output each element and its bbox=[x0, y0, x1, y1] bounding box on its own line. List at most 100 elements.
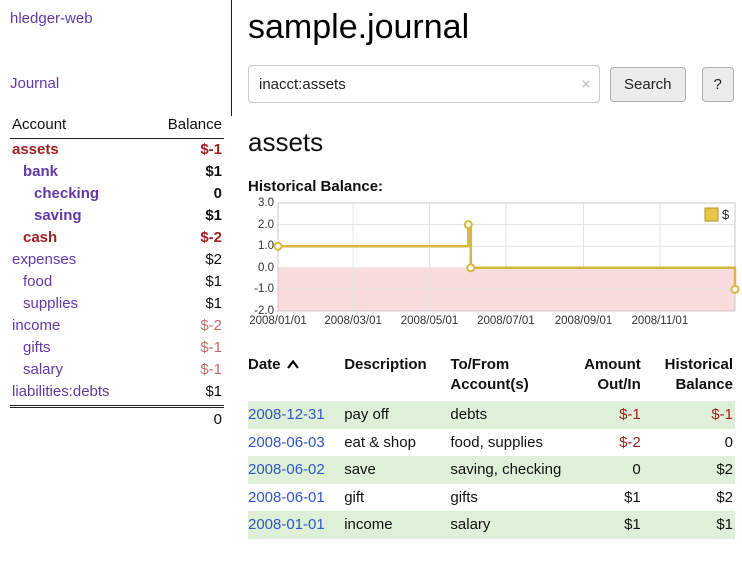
page: hledger-web Journal Account Balance asse… bbox=[0, 0, 742, 582]
account-balance: $1 bbox=[205, 273, 222, 290]
account-balance: $-2 bbox=[200, 229, 222, 246]
account-link[interactable]: cash bbox=[10, 229, 57, 246]
txn-date-cell: 2008-06-03 bbox=[248, 429, 344, 457]
txn-accounts: food, supplies bbox=[450, 429, 570, 457]
txn-date-cell: 2008-01-01 bbox=[248, 511, 344, 539]
data-point-marker bbox=[465, 221, 472, 228]
col-balance: Historical Balance bbox=[643, 355, 735, 401]
txn-accounts: saving, checking bbox=[450, 456, 570, 484]
account-balance: $1 bbox=[205, 163, 222, 180]
txn-date-link[interactable]: 2008-06-02 bbox=[248, 461, 325, 478]
search-button[interactable]: Search bbox=[610, 67, 686, 102]
txn-date-cell: 2008-12-31 bbox=[248, 401, 344, 429]
account-link[interactable]: supplies bbox=[10, 295, 78, 312]
x-axis-tick: 2008/05/01 bbox=[401, 315, 459, 327]
accounts-total: 0 bbox=[10, 405, 224, 428]
col-description-label: Description bbox=[344, 356, 427, 373]
search-input[interactable] bbox=[248, 65, 600, 103]
transaction-row: 2008-12-31pay offdebts$-1$-1 bbox=[248, 401, 735, 429]
account-row: food $1 bbox=[10, 271, 224, 293]
account-link[interactable]: liabilities:debts bbox=[10, 383, 110, 400]
account-row: income $-2 bbox=[10, 315, 224, 337]
clear-search-icon[interactable]: × bbox=[581, 76, 591, 93]
txn-description: pay off bbox=[344, 401, 450, 429]
sidebar-divider-line bbox=[231, 0, 232, 116]
txn-accounts: gifts bbox=[450, 484, 570, 512]
col-balance-line2: Balance bbox=[675, 376, 733, 393]
account-balance: $-1 bbox=[200, 141, 222, 158]
account-link[interactable]: salary bbox=[10, 361, 63, 378]
txn-date-link[interactable]: 2008-12-31 bbox=[248, 406, 325, 423]
account-balance: $-1 bbox=[200, 361, 222, 378]
register-header-row: Date Description To/From Account(s) Amou… bbox=[248, 355, 735, 401]
legend-swatch bbox=[705, 208, 718, 221]
txn-balance: 0 bbox=[643, 429, 735, 457]
account-link[interactable]: assets bbox=[10, 141, 59, 158]
txn-amount: $1 bbox=[571, 484, 643, 512]
col-description: Description bbox=[344, 355, 450, 401]
col-balance-line1: Historical bbox=[665, 356, 733, 373]
txn-accounts: salary bbox=[450, 511, 570, 539]
x-axis-tick: 2008/07/01 bbox=[477, 315, 535, 327]
sidebar: hledger-web Journal Account Balance asse… bbox=[0, 0, 232, 582]
txn-description: save bbox=[344, 456, 450, 484]
help-button[interactable]: ? bbox=[702, 67, 734, 102]
register-body: 2008-12-31pay offdebts$-1$-12008-06-03ea… bbox=[248, 401, 735, 539]
page-title: sample.journal bbox=[248, 8, 735, 47]
account-link[interactable]: income bbox=[10, 317, 60, 334]
txn-date-link[interactable]: 2008-01-01 bbox=[248, 516, 325, 533]
transaction-row: 2008-06-01 giftgifts$1$2 bbox=[248, 484, 735, 512]
txn-amount: $1 bbox=[571, 511, 643, 539]
search-form: × Search ? bbox=[248, 65, 735, 103]
txn-date-link[interactable]: 2008-06-03 bbox=[248, 434, 325, 451]
accounts-table-header: Account Balance bbox=[10, 114, 224, 139]
col-date[interactable]: Date bbox=[248, 355, 344, 401]
chart-title: Historical Balance: bbox=[248, 178, 735, 195]
accounts-table: Account Balance assets $-1 bank $1 checking 0… bbox=[10, 114, 224, 428]
account-balance: $-1 bbox=[200, 339, 222, 356]
transaction-row: 2008-01-01incomesalary$1$1 bbox=[248, 511, 735, 539]
chart-legend-label: $ bbox=[722, 207, 730, 222]
transaction-row: 2008-06-03eat & shopfood, supplies$-20 bbox=[248, 429, 735, 457]
txn-balance: $1 bbox=[643, 511, 735, 539]
account-balance: $1 bbox=[205, 207, 222, 224]
account-link[interactable]: food bbox=[10, 273, 52, 290]
account-rows: assets $-1 bank $1 checking 0 saving $1 cash $-2 e… bbox=[10, 139, 224, 403]
account-link[interactable]: checking bbox=[10, 185, 99, 202]
col-date-label: Date bbox=[248, 356, 281, 373]
account-row: saving $1 bbox=[10, 205, 224, 227]
account-row: salary $-1 bbox=[10, 359, 224, 381]
txn-accounts: debts bbox=[450, 401, 570, 429]
app-title-link[interactable]: hledger-web bbox=[10, 10, 224, 27]
txn-description: income bbox=[344, 511, 450, 539]
account-link[interactable]: gifts bbox=[10, 339, 51, 356]
data-point-marker bbox=[467, 264, 474, 271]
col-tofrom-line1: To/From bbox=[450, 356, 509, 373]
chart-plot: $ bbox=[278, 203, 735, 311]
accounts-col-balance: Balance bbox=[168, 116, 222, 133]
account-row: gifts $-1 bbox=[10, 337, 224, 359]
sort-ascending-icon[interactable] bbox=[286, 359, 300, 370]
main-content: sample.journal × Search ? assets Histori… bbox=[232, 0, 742, 582]
account-row: cash $-2 bbox=[10, 227, 224, 249]
y-axis-tick: 0.0 bbox=[248, 262, 274, 274]
x-axis-tick: 2008/01/01 bbox=[249, 315, 307, 327]
account-balance: $-2 bbox=[200, 317, 222, 334]
txn-description: gift bbox=[344, 484, 450, 512]
data-point-marker bbox=[275, 243, 282, 250]
account-balance: $2 bbox=[205, 251, 222, 268]
account-link[interactable]: expenses bbox=[10, 251, 76, 268]
col-tofrom: To/From Account(s) bbox=[450, 355, 570, 401]
account-row: checking 0 bbox=[10, 183, 224, 205]
account-link[interactable]: bank bbox=[10, 163, 58, 180]
txn-balance: $2 bbox=[643, 484, 735, 512]
col-amount: Amount Out/In bbox=[571, 355, 643, 401]
txn-date-link[interactable]: 2008-06-01 bbox=[248, 489, 325, 506]
accounts-col-account: Account bbox=[12, 116, 66, 133]
register-table: Date Description To/From Account(s) Amou… bbox=[248, 355, 735, 539]
account-balance: 0 bbox=[214, 185, 222, 202]
sidebar-item-journal[interactable]: Journal bbox=[10, 75, 224, 92]
account-link[interactable]: saving bbox=[10, 207, 82, 224]
transaction-row: 2008-06-02savesaving, checking0$2 bbox=[248, 456, 735, 484]
account-row: supplies$1 bbox=[10, 293, 224, 315]
